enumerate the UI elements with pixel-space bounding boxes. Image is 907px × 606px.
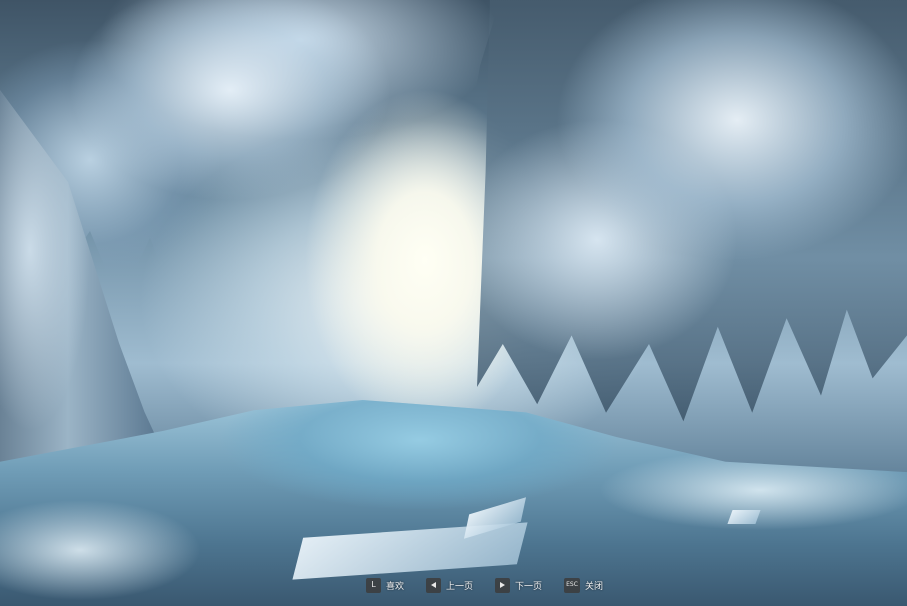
next-page-label: 下一页 <box>515 581 543 592</box>
esc-key: ESC <box>564 577 581 593</box>
previous-page-button[interactable]: 上一页 <box>426 577 474 593</box>
like-button[interactable]: L 喜欢 <box>366 577 405 593</box>
viewer-controls: L 喜欢 上一页 下一页 ESC 关闭 <box>366 574 603 596</box>
close-label: 关闭 <box>585 581 604 592</box>
like-label: 喜欢 <box>386 581 405 592</box>
like-key: L <box>366 577 381 593</box>
image-viewer: L 喜欢 上一页 下一页 ESC 关闭 <box>0 0 907 606</box>
triangle-left-icon <box>426 577 442 593</box>
previous-page-label: 上一页 <box>446 581 474 592</box>
next-page-button[interactable]: 下一页 <box>495 577 543 593</box>
close-button[interactable]: ESC 关闭 <box>564 577 604 593</box>
photo-ice-shard <box>727 510 761 524</box>
triangle-right-icon <box>495 577 511 593</box>
